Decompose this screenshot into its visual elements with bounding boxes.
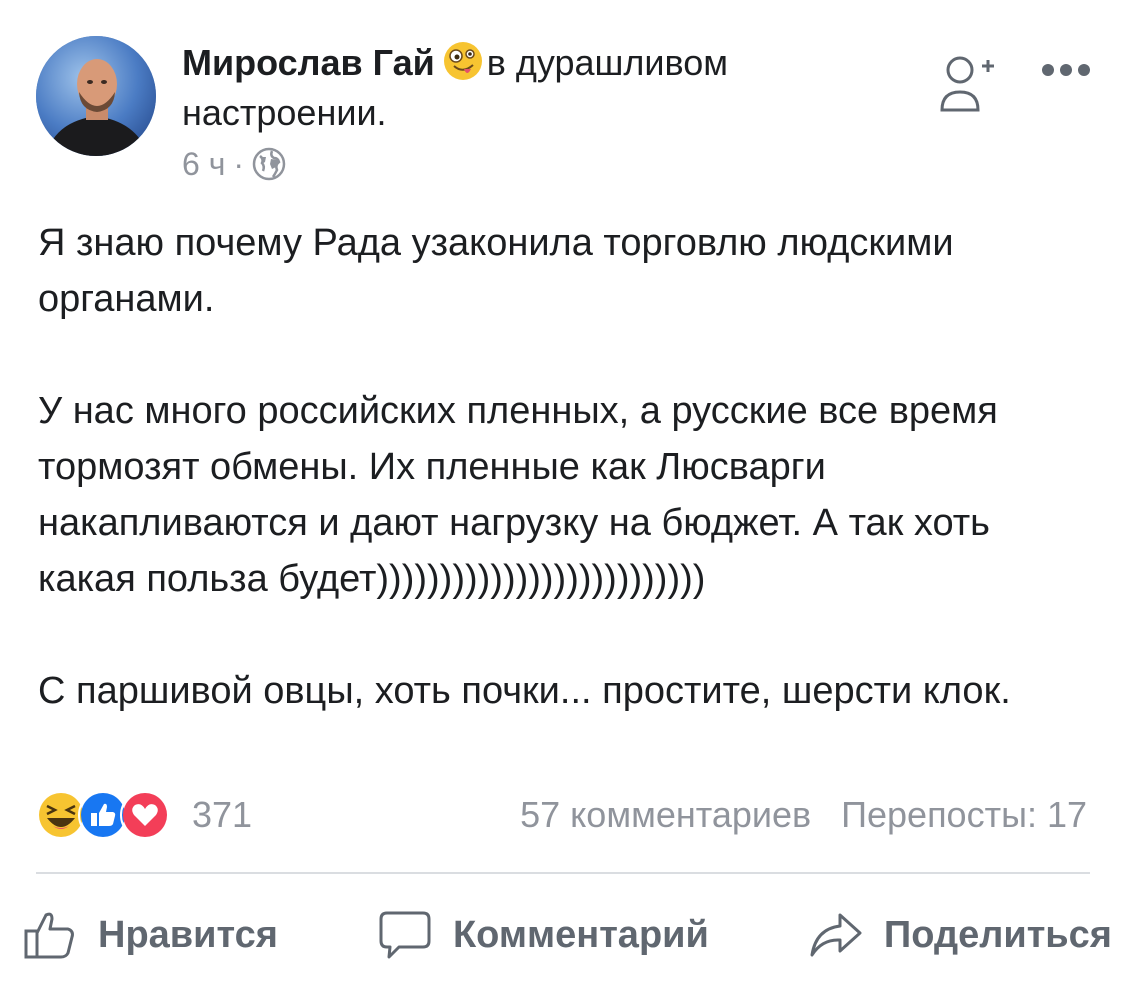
comment-button[interactable]: Комментарий xyxy=(377,909,709,961)
post-stats: 57 комментариев Перепосты: 17 xyxy=(520,792,1087,838)
more-options-icon[interactable] xyxy=(1040,62,1092,78)
post-header: Мирослав Гай в дурашливом настроении. xyxy=(182,38,872,138)
post-paragraph: С паршивой овцы, хоть почки... простите,… xyxy=(38,670,1011,712)
comments-count-link[interactable]: 57 комментариев xyxy=(520,792,811,838)
like-button[interactable]: Нравится xyxy=(22,909,278,961)
post-body: Я знаю почему Рада узаконила торговлю лю… xyxy=(38,215,1098,775)
reaction-count: 371 xyxy=(192,794,253,835)
post-time[interactable]: 6 ч xyxy=(182,146,225,182)
post-meta: 6 ч · xyxy=(182,146,286,182)
share-button[interactable]: Поделиться xyxy=(808,909,1112,961)
divider xyxy=(36,872,1090,874)
add-friend-icon[interactable] xyxy=(938,52,1000,116)
meta-separator: · xyxy=(233,146,245,182)
thumbs-up-icon xyxy=(24,912,74,959)
share-arrow-icon xyxy=(810,913,862,957)
author-avatar[interactable] xyxy=(36,36,156,156)
shares-count-link[interactable]: Перепосты: 17 xyxy=(841,792,1087,838)
globe-icon xyxy=(252,147,286,181)
reactions-summary[interactable]: 371 xyxy=(36,790,253,840)
author-name[interactable]: Мирослав Гай xyxy=(182,42,435,83)
like-label: Нравится xyxy=(98,913,278,956)
reaction-icons xyxy=(36,790,170,840)
avatar-image xyxy=(36,36,156,156)
post-card: Мирослав Гай в дурашливом настроении. 6 … xyxy=(0,0,1125,989)
love-reaction-icon xyxy=(120,790,170,840)
comment-bubble-icon xyxy=(379,911,431,959)
goofy-face-emoji-icon xyxy=(443,41,483,81)
action-bar: Нравится Комментарий Поделиться xyxy=(22,900,1112,970)
post-paragraph: Я знаю почему Рада узаконила торговлю лю… xyxy=(38,222,954,320)
post-paragraph: У нас много российских пленных, а русски… xyxy=(38,390,998,600)
comment-label: Комментарий xyxy=(452,913,709,956)
share-label: Поделиться xyxy=(883,913,1112,956)
